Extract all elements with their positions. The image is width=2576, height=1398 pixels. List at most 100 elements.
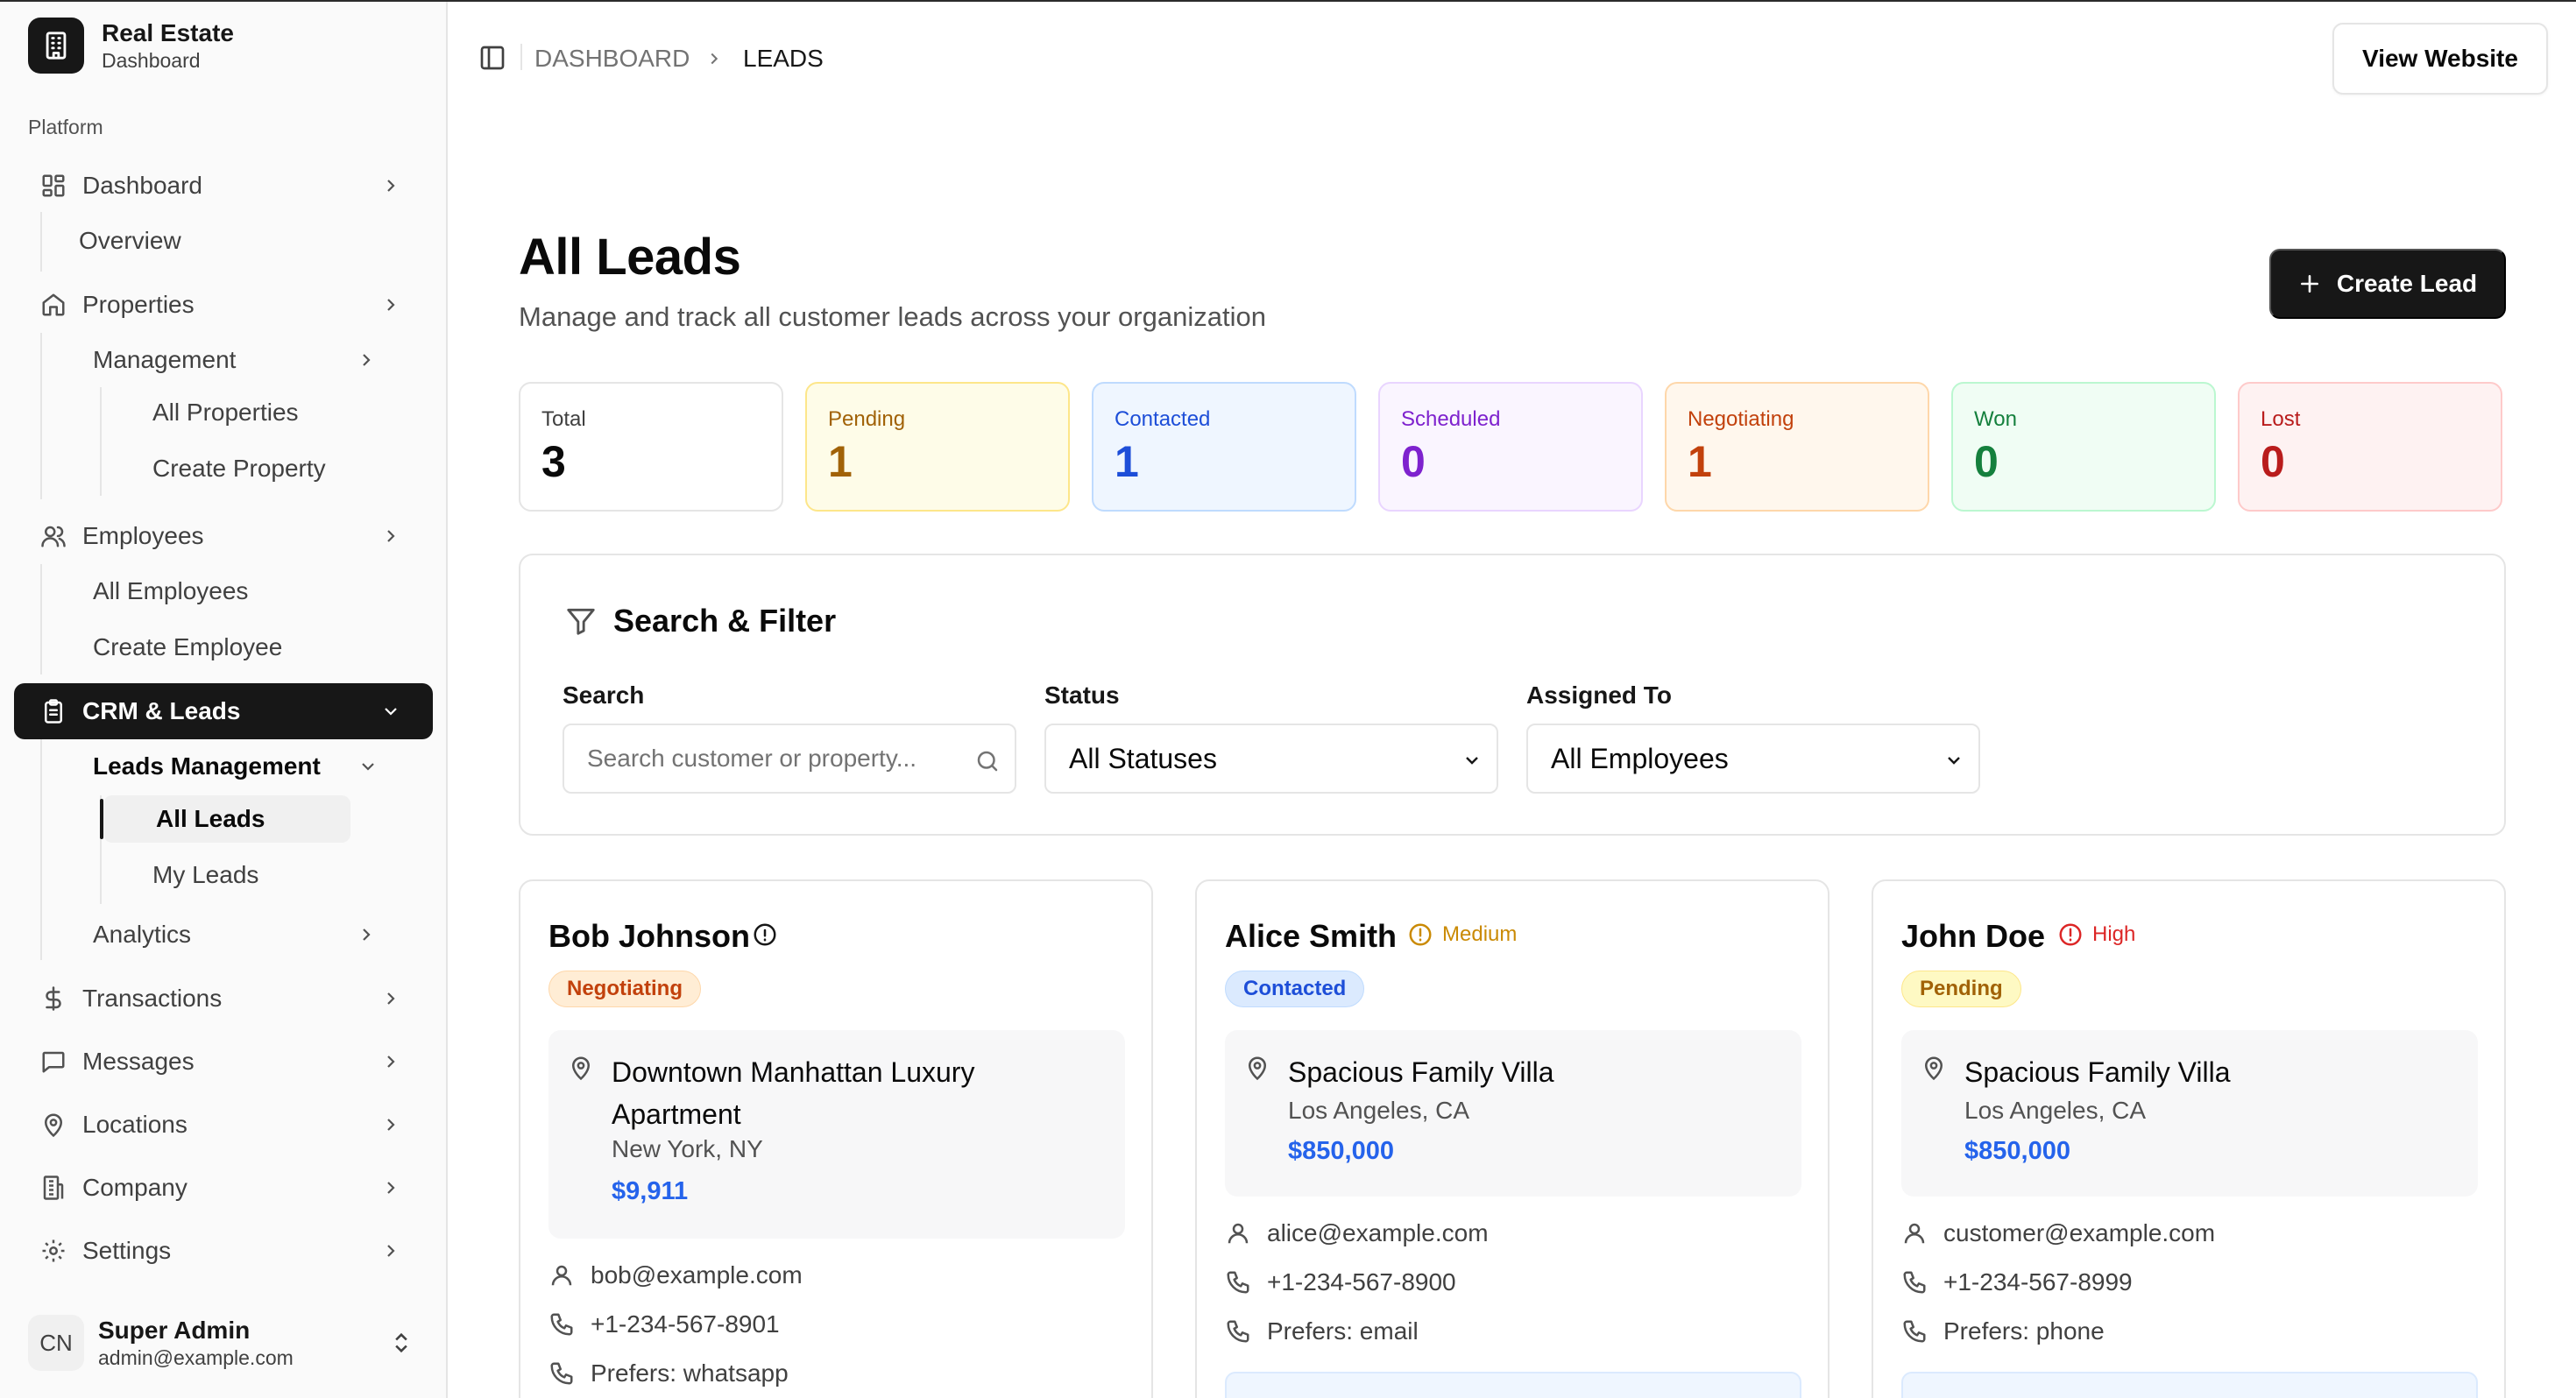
lead-notes-box xyxy=(1225,1372,1801,1398)
sidebar-item-dashboard[interactable]: Dashboard xyxy=(14,158,433,214)
lead-preference: Prefers: whatsapp xyxy=(591,1359,789,1387)
chevron-right-icon xyxy=(356,924,377,945)
brand[interactable]: Real Estate Dashboard xyxy=(28,18,234,74)
sidebar-subitem-all-properties[interactable]: All Properties xyxy=(138,389,401,436)
sidebar-item-messages[interactable]: Messages xyxy=(14,1034,433,1090)
view-website-button[interactable]: View Website xyxy=(2332,23,2548,95)
chevron-right-icon xyxy=(380,526,401,547)
chevron-down-icon xyxy=(380,701,401,722)
search-filter-card: Search & Filter Search Status All Status… xyxy=(519,554,2506,836)
lead-card[interactable]: Bob Johnson Negotiating Downtown Manhatt… xyxy=(519,879,1153,1398)
sidebar-subitem-create-employee[interactable]: Create Employee xyxy=(79,624,412,671)
page-title: All Leads xyxy=(519,229,741,286)
lead-email-row: customer@example.com xyxy=(1901,1219,2215,1247)
submenu-line xyxy=(40,739,42,960)
property-box: Spacious Family Villa Los Angeles, CA $8… xyxy=(1901,1030,2478,1197)
clipboard-icon xyxy=(40,698,67,724)
lead-email-row: alice@example.com xyxy=(1225,1219,1489,1247)
sidebar-item-label: Company xyxy=(82,1174,188,1201)
user-icon xyxy=(1901,1220,1928,1246)
sidebar-item-label: Settings xyxy=(82,1237,172,1264)
stat-value: 1 xyxy=(1115,437,1139,486)
user-menu[interactable]: CN Super Admin admin@example.com xyxy=(28,1312,422,1373)
stat-card-lost: Lost 0 xyxy=(2238,382,2502,512)
property-price: $9,911 xyxy=(612,1177,689,1205)
filter-title: Search & Filter xyxy=(613,603,837,639)
assigned-to-label: Assigned To xyxy=(1526,681,1672,709)
brand-title: Real Estate xyxy=(102,19,234,46)
property-title[interactable]: Downtown Manhattan Luxury Apartment xyxy=(612,1051,1102,1135)
stat-label: Total xyxy=(541,407,586,431)
submenu-line xyxy=(100,387,102,496)
sidebar-subitem-create-property[interactable]: Create Property xyxy=(138,445,401,492)
sidebar-subitem-label: Create Employee xyxy=(93,633,283,660)
stat-label: Pending xyxy=(828,407,906,431)
property-title[interactable]: Spacious Family Villa xyxy=(1288,1051,1779,1093)
assigned-to-select[interactable]: All Employees xyxy=(1526,724,1980,794)
sidebar-item-label: Transactions xyxy=(82,985,223,1012)
map-pin-icon xyxy=(1921,1055,1947,1081)
sidebar-item-employees[interactable]: Employees xyxy=(14,508,433,564)
sidebar-toggle-icon[interactable] xyxy=(478,44,506,72)
property-title[interactable]: Spacious Family Villa xyxy=(1964,1051,2455,1093)
sidebar-subitem-overview[interactable]: Overview xyxy=(79,217,412,265)
search-input[interactable] xyxy=(587,745,955,773)
breadcrumb-leads: LEADS xyxy=(743,45,824,72)
lead-email-row: bob@example.com xyxy=(548,1261,803,1289)
sidebar-subitem-leads-management[interactable]: Leads Management xyxy=(58,743,391,790)
sidebar-subitem-label: Leads Management xyxy=(93,752,321,780)
stat-card-pending: Pending 1 xyxy=(805,382,1070,512)
chevron-right-icon xyxy=(380,1051,401,1072)
lead-card[interactable]: John Doe High Pending Spacious Family Vi… xyxy=(1872,879,2506,1398)
search-field[interactable] xyxy=(563,724,1016,794)
chevron-right-icon xyxy=(704,49,724,68)
avatar: CN xyxy=(28,1315,84,1371)
sidebar-item-properties[interactable]: Properties xyxy=(14,277,433,333)
sidebar-item-transactions[interactable]: Transactions xyxy=(14,971,433,1027)
sidebar-subitem-label: All Employees xyxy=(93,577,249,604)
create-lead-label: Create Lead xyxy=(2336,270,2478,297)
phone-icon xyxy=(548,1360,575,1387)
sidebar-subitem-all-employees[interactable]: All Employees xyxy=(79,568,412,615)
phone-icon xyxy=(1225,1269,1251,1296)
sidebar-group-label: Platform xyxy=(28,116,103,138)
status-select[interactable]: All Statuses xyxy=(1044,724,1498,794)
lead-phone: +1-234-567-8901 xyxy=(591,1310,780,1338)
brand-subtitle: Dashboard xyxy=(102,49,201,72)
stat-label: Won xyxy=(1974,407,2017,431)
sidebar-subitem-analytics[interactable]: Analytics xyxy=(79,911,377,958)
sidebar-item-settings[interactable]: Settings xyxy=(14,1223,433,1279)
message-icon xyxy=(40,1048,67,1075)
chevron-right-icon xyxy=(380,294,401,315)
sidebar-subitem-label: Analytics xyxy=(93,921,192,948)
user-email: admin@example.com xyxy=(98,1346,294,1369)
alert-circle-icon xyxy=(1407,921,1433,948)
breadcrumb-dashboard[interactable]: DASHBOARD xyxy=(534,44,690,74)
status-select-value: All Statuses xyxy=(1069,742,1217,774)
stat-card-contacted: Contacted 1 xyxy=(1092,382,1356,512)
property-box: Spacious Family Villa Los Angeles, CA $8… xyxy=(1225,1030,1801,1197)
status-badge: Contacted xyxy=(1225,971,1365,1007)
create-lead-button[interactable]: Create Lead xyxy=(2269,249,2506,319)
stat-card-scheduled: Scheduled 0 xyxy=(1378,382,1643,512)
property-location: Los Angeles, CA xyxy=(1288,1097,1470,1124)
submenu-line xyxy=(40,564,42,674)
sidebar-subitem-all-leads[interactable]: All Leads xyxy=(100,795,350,843)
sidebar-item-locations[interactable]: Locations xyxy=(14,1097,433,1153)
alert-circle-icon xyxy=(2057,921,2084,948)
sidebar: Real Estate Dashboard Platform Dashboard… xyxy=(0,2,448,1398)
phone-icon xyxy=(1225,1318,1251,1345)
stat-value: 0 xyxy=(1401,437,1426,486)
info-circle-icon xyxy=(752,921,778,948)
lead-email: customer@example.com xyxy=(1943,1219,2216,1246)
status-label: Status xyxy=(1044,681,1120,709)
lead-phone-row: +1-234-567-8900 xyxy=(1225,1268,1456,1296)
gear-icon xyxy=(40,1238,67,1264)
lead-card[interactable]: Alice Smith Medium Contacted Spacious Fa… xyxy=(1195,879,1829,1398)
sidebar-subitem-my-leads[interactable]: My Leads xyxy=(138,851,384,899)
house-icon xyxy=(40,292,67,318)
lead-email: alice@example.com xyxy=(1267,1219,1489,1246)
sidebar-item-crm-leads[interactable]: CRM & Leads xyxy=(14,683,433,739)
sidebar-item-company[interactable]: Company xyxy=(14,1160,433,1216)
sidebar-subitem-management[interactable]: Management xyxy=(79,336,377,384)
